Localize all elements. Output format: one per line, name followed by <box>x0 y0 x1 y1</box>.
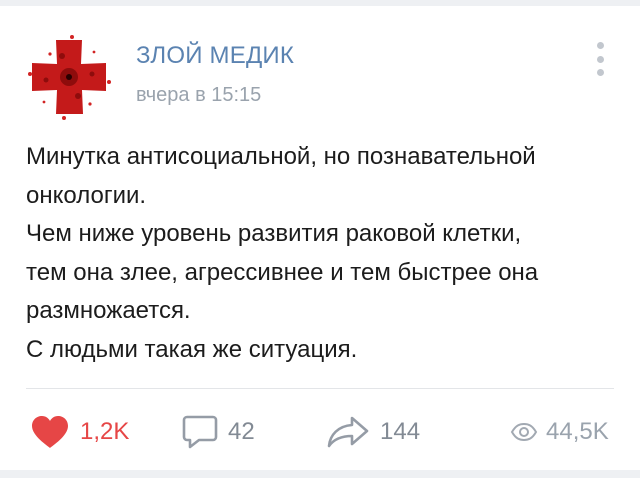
post-text-line: Минутка антисоциальной, но познавательно… <box>26 143 536 170</box>
like-button[interactable]: 1,2K <box>30 414 129 450</box>
views-counter: 44,5K <box>510 414 609 450</box>
heart-icon <box>32 416 68 448</box>
menu-dot <box>596 42 604 49</box>
comment-button[interactable]: 42 <box>182 414 255 450</box>
comment-icon <box>182 415 218 449</box>
more-vertical-icon[interactable] <box>592 42 608 76</box>
divider <box>26 388 614 389</box>
menu-dot <box>596 55 604 63</box>
post-text-line: размножается. <box>26 297 191 324</box>
post-text-line: онкологии. <box>26 181 147 209</box>
avatar[interactable] <box>26 34 112 120</box>
comment-count: 42 <box>228 418 255 445</box>
post-text: Минутка антисоциальной, но познавательно… <box>26 138 626 369</box>
bottom-edge <box>0 470 640 478</box>
top-edge <box>0 0 640 6</box>
post-text-line: Чем ниже уровень развития раковой клетки… <box>26 220 522 247</box>
eye-icon <box>510 422 538 442</box>
menu-dot <box>596 69 604 76</box>
red-cross-icon <box>28 35 111 120</box>
author-name[interactable]: ЗЛОЙ МЕДИК <box>136 42 294 70</box>
views-count: 44,5K <box>546 418 609 445</box>
share-count: 144 <box>380 418 421 445</box>
post-text-line: тем она злее, агрессивнее и тем быстрее … <box>26 258 539 286</box>
post-text-line: С людьми такая же ситуация. <box>26 335 358 363</box>
share-button[interactable]: 144 <box>326 414 420 450</box>
post-time[interactable]: вчера в 15:15 <box>136 84 261 107</box>
share-arrow-icon <box>327 416 369 448</box>
like-count: 1,2K <box>80 418 130 445</box>
